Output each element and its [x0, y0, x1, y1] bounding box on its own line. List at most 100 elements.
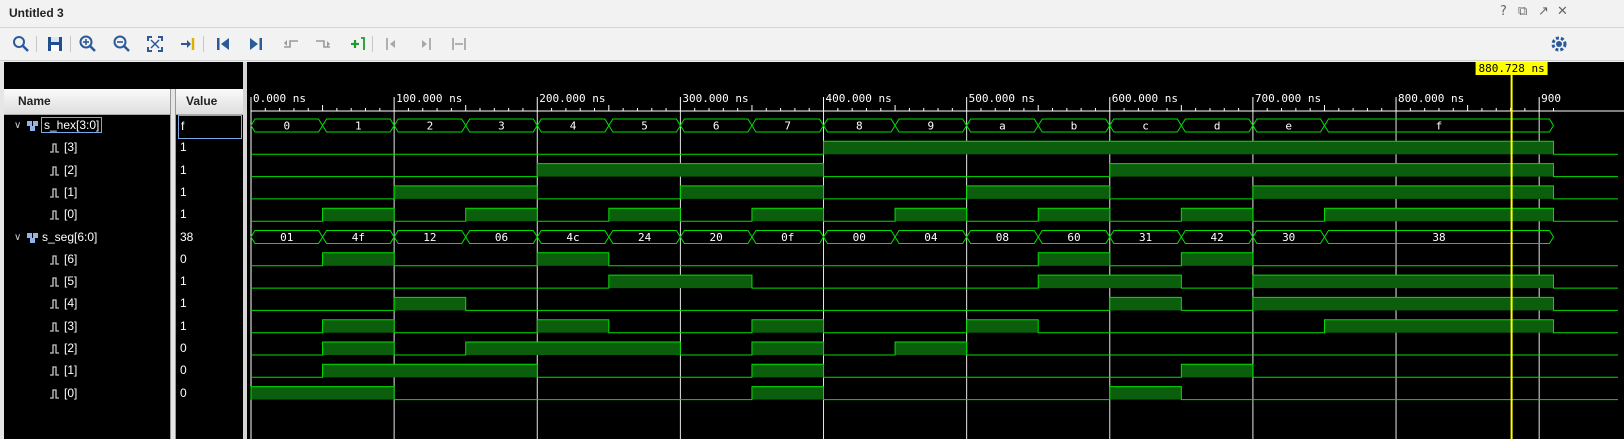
bit-high-fill: [1181, 252, 1253, 266]
bit-signal-icon: [50, 299, 59, 309]
expand-chevron-icon[interactable]: ∨: [14, 232, 24, 243]
goto-cursor-icon[interactable]: [178, 34, 198, 54]
signal-row-bit[interactable]: [6]: [4, 249, 170, 271]
column-divider[interactable]: [170, 89, 176, 439]
next-marker-icon[interactable]: [415, 34, 435, 54]
next-transition-icon[interactable]: [313, 34, 333, 54]
bus-value-label: 0f: [781, 231, 794, 244]
signal-value-text: 0: [180, 363, 187, 377]
expand-chevron-icon[interactable]: ∨: [14, 120, 24, 131]
signal-value-text: 0: [180, 252, 187, 266]
go-to-start-icon[interactable]: [213, 34, 233, 54]
signal-row-bit[interactable]: [3]: [4, 137, 170, 159]
signal-name: [6]: [64, 252, 78, 266]
signal-row-bit[interactable]: [0]: [4, 383, 170, 405]
signal-value: 1: [178, 204, 240, 226]
column-header: Name Value: [4, 89, 243, 115]
signal-row-bit[interactable]: [4]: [4, 293, 170, 315]
bus-value-label: 20: [710, 231, 723, 244]
search-icon[interactable]: [11, 34, 31, 54]
bus-value-label: 01: [280, 231, 293, 244]
signal-name: [0]: [64, 386, 78, 400]
bit-signal-icon: [50, 366, 59, 376]
swap-cursors-icon[interactable]: [449, 34, 469, 54]
popout-icon[interactable]: ↗: [1538, 4, 1549, 19]
bus-value-label: 8: [856, 120, 863, 133]
bus-value-label: c: [1142, 120, 1149, 133]
settings-icon[interactable]: [1549, 34, 1569, 54]
add-marker-icon[interactable]: [347, 34, 367, 54]
go-to-end-icon[interactable]: [246, 34, 266, 54]
zoom-out-icon[interactable]: [112, 34, 132, 54]
save-icon[interactable]: [45, 34, 65, 54]
bit-high-fill: [1252, 185, 1554, 199]
previous-transition-icon[interactable]: [281, 34, 301, 54]
bit-high-fill: [895, 208, 967, 222]
ruler-tick-label: 700.000 ns: [1255, 92, 1321, 105]
bit-signal-icon: [50, 188, 59, 198]
bus-value-label: 4c: [566, 231, 579, 244]
bit-high-fill: [1324, 208, 1554, 222]
signal-value: 1: [178, 271, 240, 293]
ruler-tick-label: 400.000 ns: [826, 92, 892, 105]
toolbar-separator: [36, 36, 37, 52]
bit-high-fill: [823, 141, 1554, 155]
waveform-viewer[interactable]: 0.000 ns 100.000 ns 200.000 ns 300.000 ns 40…: [247, 62, 1624, 439]
value-column-header[interactable]: Value: [186, 94, 217, 108]
help-icon[interactable]: ?: [1500, 4, 1507, 19]
signal-row-bit[interactable]: [0]: [4, 204, 170, 226]
signal-value: 0: [178, 249, 240, 271]
signal-value[interactable]: f: [178, 115, 242, 139]
signal-name: [0]: [64, 207, 78, 221]
bit-high-fill: [537, 319, 609, 333]
signal-row-bit[interactable]: [5]: [4, 271, 170, 293]
bit-high-fill: [608, 275, 752, 289]
signal-value-text: 38: [180, 230, 194, 244]
signal-value-text: 0: [180, 386, 187, 400]
signal-name: [5]: [64, 274, 78, 288]
waveform-window: Untitled 3 ? ⧉ ↗ ✕ Name Value ∨ s_hex[3:0…: [0, 0, 1624, 439]
signal-value: 1: [178, 293, 240, 315]
zoom-fit-icon[interactable]: [145, 34, 165, 54]
bus-value-label: 04: [924, 231, 938, 244]
signal-row-bus[interactable]: ∨ s_seg[6:0]: [4, 227, 170, 249]
name-column-header[interactable]: Name: [18, 94, 51, 108]
signal-name: [4]: [64, 296, 78, 310]
ruler-tick-label: 500.000 ns: [969, 92, 1035, 105]
signal-value: 0: [178, 383, 240, 405]
signal-name: [2]: [64, 163, 78, 177]
bit-signal-icon: [50, 166, 59, 176]
bus-value-label: 38: [1432, 231, 1445, 244]
toolbar-separator: [372, 36, 373, 52]
signal-row-bus[interactable]: ∨ s_hex[3:0]: [4, 115, 170, 137]
cursor-time-label: 880.728 ns: [1478, 62, 1544, 75]
bit-signal-icon: [50, 277, 59, 287]
signal-name: [3]: [64, 319, 78, 333]
bit-high-fill: [966, 319, 1039, 333]
zoom-in-icon[interactable]: [78, 34, 98, 54]
bus-value-label: 31: [1139, 231, 1152, 244]
bus-value-label: d: [1214, 120, 1221, 133]
close-icon[interactable]: ✕: [1557, 4, 1568, 19]
bit-high-fill: [1038, 252, 1110, 266]
bit-high-fill: [394, 185, 538, 199]
bus-value-label: 06: [495, 231, 508, 244]
signal-row-bit[interactable]: [2]: [4, 338, 170, 360]
signal-row-bit[interactable]: [3]: [4, 316, 170, 338]
signal-row-bit[interactable]: [1]: [4, 360, 170, 382]
bus-value-label: 9: [928, 120, 935, 133]
bus-value-label: 08: [996, 231, 1009, 244]
bit-high-fill: [1109, 163, 1554, 177]
signal-value-text: 0: [180, 341, 187, 355]
bus-value-label: e: [1285, 120, 1292, 133]
ruler-tick-label: 600.000 ns: [1112, 92, 1178, 105]
bit-high-fill: [1181, 364, 1253, 378]
signal-row-bit[interactable]: [1]: [4, 182, 170, 204]
restore-icon[interactable]: ⧉: [1518, 4, 1527, 19]
signal-name: [2]: [64, 341, 78, 355]
signal-value-text: 1: [180, 296, 187, 310]
signal-row-bit[interactable]: [2]: [4, 160, 170, 182]
previous-marker-icon[interactable]: [382, 34, 402, 54]
bit-high-fill: [1324, 319, 1554, 333]
bit-high-fill: [465, 342, 681, 355]
